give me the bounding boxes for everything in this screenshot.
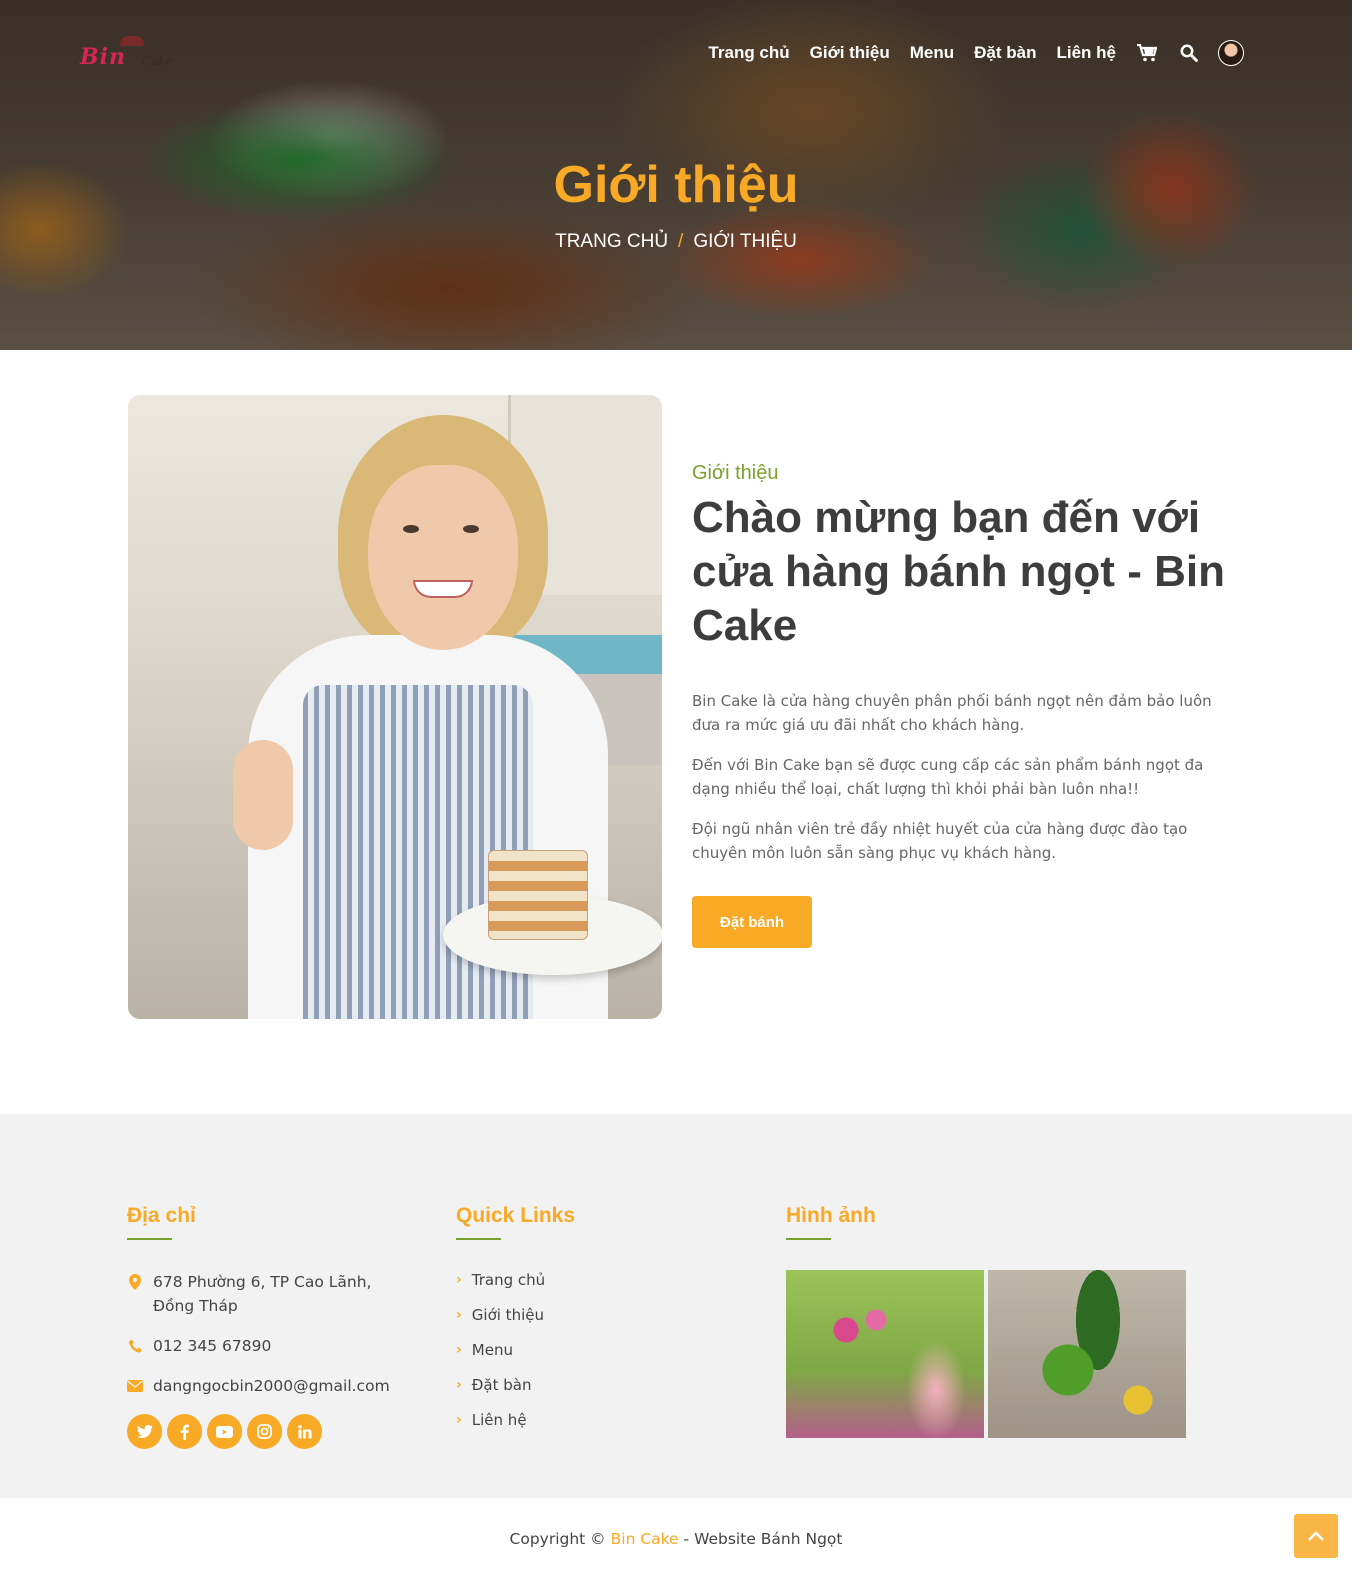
nav-home[interactable]: Trang chủ: [708, 43, 789, 63]
copyright-prefix: Copyright ©: [509, 1530, 606, 1548]
quicklink-label: Đặt bàn: [471, 1376, 532, 1394]
logo[interactable]: Bin Cake: [80, 36, 180, 78]
quicklink-home[interactable]: › Trang chủ: [456, 1270, 746, 1290]
page-title: Giới thiệu: [553, 156, 799, 214]
hero-banner: Bin Cake Trang chủ Giới thiệu Menu Đặt b…: [0, 0, 1352, 350]
footer-quicklinks-column: Quick Links › Trang chủ › Giới thiệu › Menu…: [456, 1204, 746, 1445]
address-item: 678 Phường 6, TP Cao Lãnh, Đồng Tháp: [127, 1270, 417, 1318]
youtube-icon[interactable]: [207, 1414, 242, 1449]
copyright-suffix: - Website Bánh Ngọt: [683, 1530, 843, 1548]
about-content: Giới thiệu Chào mừng bạn đến với cửa hàn…: [692, 462, 1232, 948]
linkedin-icon[interactable]: [287, 1414, 322, 1449]
order-cake-button[interactable]: Đặt bánh: [692, 896, 812, 948]
nav-booking[interactable]: Đặt bàn: [974, 43, 1036, 63]
quicklink-label: Trang chủ: [471, 1271, 546, 1289]
gallery-image-fruits[interactable]: [988, 1270, 1186, 1438]
about-heading: Chào mừng bạn đến với cửa hàng bánh ngọt…: [692, 493, 1225, 650]
quicklink-label: Liên hệ: [471, 1411, 527, 1429]
footer-address-title: Địa chỉ: [127, 1204, 196, 1227]
about-paragraph: Bin Cake là cửa hàng chuyên phân phối bá…: [692, 692, 1212, 734]
about-paragraph: Đội ngũ nhân viên trẻ đầy nhiệt huyết củ…: [692, 820, 1188, 862]
chevron-right-icon: ›: [456, 1412, 462, 1428]
breadcrumb-home[interactable]: TRANG CHỦ: [555, 231, 668, 252]
quicklink-booking[interactable]: › Đặt bàn: [456, 1375, 746, 1395]
logo-text: Bin: [80, 44, 126, 70]
back-to-top-button[interactable]: [1294, 1514, 1338, 1558]
phone-text[interactable]: 012 345 67890: [153, 1334, 271, 1358]
email-item: dangngocbin2000@gmail.com: [127, 1374, 417, 1398]
facebook-icon[interactable]: [167, 1414, 202, 1449]
chevron-right-icon: ›: [456, 1307, 462, 1323]
map-pin-icon: [127, 1274, 143, 1290]
address-text: 678 Phường 6, TP Cao Lãnh, Đồng Tháp: [153, 1273, 372, 1315]
nav-about[interactable]: Giới thiệu: [810, 43, 890, 63]
footer-address-column: Địa chỉ 678 Phường 6, TP Cao Lãnh, Đồng …: [127, 1204, 417, 1449]
main-nav: Trang chủ Giới thiệu Menu Đặt bàn Liên h…: [688, 40, 1244, 66]
nav-contact[interactable]: Liên hệ: [1056, 43, 1116, 63]
instagram-icon[interactable]: [247, 1414, 282, 1449]
about-paragraph: Đến với Bin Cake bạn sẽ được cung cấp cá…: [692, 756, 1204, 798]
breadcrumb-current: GIỚI THIỆU: [693, 231, 797, 252]
email-text[interactable]: dangngocbin2000@gmail.com: [153, 1374, 390, 1398]
about-kicker: Giới thiệu: [692, 462, 779, 484]
phone-item: 012 345 67890: [127, 1334, 417, 1358]
social-links: [127, 1414, 417, 1449]
phone-icon: [127, 1338, 143, 1354]
cart-icon[interactable]: [1136, 42, 1158, 64]
quicklink-contact[interactable]: › Liên hệ: [456, 1410, 746, 1430]
copyright: Copyright © Bin Cake - Website Bánh Ngọt: [0, 1530, 1352, 1548]
about-photo: [128, 395, 662, 1019]
nav-menu[interactable]: Menu: [910, 43, 954, 63]
quicklink-about[interactable]: › Giới thiệu: [456, 1305, 746, 1325]
title-underline: [127, 1238, 172, 1240]
envelope-icon: [127, 1378, 143, 1394]
breadcrumb-separator: /: [678, 231, 684, 252]
breadcrumb: TRANG CHỦ / GIỚI THIỆU: [0, 231, 1352, 253]
footer-gallery-column: Hình ảnh: [786, 1204, 1196, 1438]
copyright-brand-link[interactable]: Bin Cake: [611, 1530, 679, 1548]
quicklink-label: Menu: [471, 1341, 513, 1359]
title-underline: [456, 1238, 501, 1240]
logo-sub: Cake: [142, 54, 173, 68]
search-icon[interactable]: [1178, 42, 1200, 64]
gallery: [786, 1270, 1196, 1438]
chevron-right-icon: ›: [456, 1342, 462, 1358]
footer: Địa chỉ 678 Phường 6, TP Cao Lãnh, Đồng …: [0, 1114, 1352, 1498]
avatar[interactable]: [1218, 40, 1244, 66]
quicklink-label: Giới thiệu: [471, 1306, 544, 1324]
chevron-right-icon: ›: [456, 1272, 462, 1288]
footer-quicklinks-title: Quick Links: [456, 1204, 576, 1227]
gallery-image-drinks[interactable]: [786, 1270, 984, 1438]
footer-gallery-title: Hình ảnh: [786, 1204, 876, 1227]
chevron-up-icon: [1308, 1531, 1324, 1541]
twitter-icon[interactable]: [127, 1414, 162, 1449]
title-underline: [786, 1238, 831, 1240]
quicklink-menu[interactable]: › Menu: [456, 1340, 746, 1360]
chevron-right-icon: ›: [456, 1377, 462, 1393]
